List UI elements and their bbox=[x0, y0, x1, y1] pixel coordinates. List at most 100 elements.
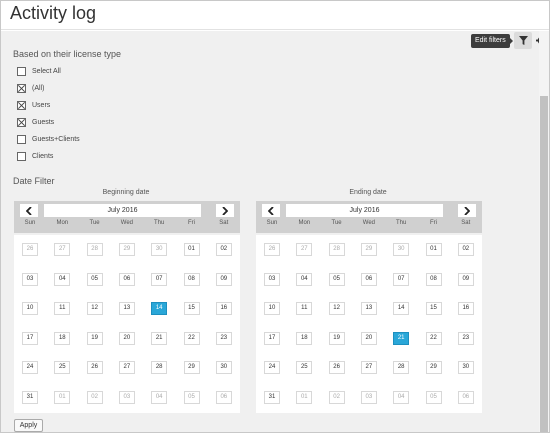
license-checkbox[interactable] bbox=[17, 100, 26, 110]
calendar-day[interactable]: 27 bbox=[296, 243, 313, 256]
calendar-day[interactable]: 07 bbox=[393, 272, 410, 286]
calendar-day[interactable]: 30 bbox=[457, 361, 474, 374]
calendar-day[interactable]: 16 bbox=[457, 302, 474, 315]
calendar-day[interactable]: 17 bbox=[264, 331, 280, 345]
calendar-day[interactable]: 31 bbox=[22, 390, 38, 404]
scrollbar-thumb[interactable] bbox=[540, 96, 548, 432]
calendar-day[interactable]: 29 bbox=[425, 361, 442, 374]
calendar-day[interactable]: 20 bbox=[360, 331, 377, 345]
prev-month-button[interactable] bbox=[20, 204, 38, 217]
license-checkbox[interactable] bbox=[17, 117, 26, 127]
calendar-day[interactable]: 14 bbox=[393, 302, 410, 315]
calendar-day[interactable]: 02 bbox=[328, 390, 345, 404]
license-option[interactable]: Select All bbox=[17, 65, 61, 77]
calendar-day[interactable]: 09 bbox=[457, 272, 474, 286]
calendar-day[interactable]: 23 bbox=[215, 331, 232, 345]
calendar-day[interactable]: 21 bbox=[151, 331, 168, 345]
license-checkbox[interactable] bbox=[17, 151, 26, 161]
calendar-day[interactable]: 15 bbox=[425, 302, 442, 315]
month-label[interactable]: July 2016 bbox=[286, 204, 443, 217]
calendar-day[interactable]: 19 bbox=[328, 331, 345, 345]
calendar-day[interactable]: 14 bbox=[151, 302, 168, 315]
calendar-day[interactable]: 04 bbox=[393, 390, 410, 404]
calendar-day[interactable]: 01 bbox=[296, 390, 313, 404]
next-month-button[interactable] bbox=[458, 204, 476, 217]
license-option[interactable]: Guests+Clients bbox=[17, 133, 80, 145]
calendar-day[interactable]: 30 bbox=[215, 361, 232, 374]
calendar-day[interactable]: 28 bbox=[151, 361, 168, 374]
calendar-day[interactable]: 20 bbox=[118, 331, 135, 345]
calendar-day[interactable]: 30 bbox=[151, 243, 168, 256]
calendar-day[interactable]: 26 bbox=[86, 361, 103, 374]
calendar-day[interactable]: 04 bbox=[54, 272, 71, 286]
calendar-day[interactable]: 01 bbox=[183, 243, 200, 256]
calendar-day[interactable]: 29 bbox=[183, 361, 200, 374]
calendar-day[interactable]: 12 bbox=[86, 302, 103, 315]
calendar-day[interactable]: 24 bbox=[22, 361, 38, 374]
calendar-day[interactable]: 12 bbox=[328, 302, 345, 315]
calendar-day[interactable]: 04 bbox=[296, 272, 313, 286]
calendar-day[interactable]: 01 bbox=[54, 390, 71, 404]
edit-filters-button[interactable] bbox=[514, 32, 532, 49]
calendar-day[interactable]: 26 bbox=[22, 243, 38, 256]
calendar-day[interactable]: 27 bbox=[118, 361, 135, 374]
calendar-day[interactable]: 24 bbox=[264, 361, 280, 374]
prev-month-button[interactable] bbox=[262, 204, 280, 217]
calendar-day[interactable]: 02 bbox=[215, 243, 232, 256]
license-option[interactable]: Users bbox=[17, 99, 50, 111]
calendar-day[interactable]: 06 bbox=[215, 390, 232, 404]
calendar-day[interactable]: 03 bbox=[22, 272, 38, 286]
calendar-day[interactable]: 06 bbox=[457, 390, 474, 404]
calendar-day[interactable]: 25 bbox=[54, 361, 71, 374]
calendar-day[interactable]: 27 bbox=[360, 361, 377, 374]
calendar-day[interactable]: 27 bbox=[54, 243, 71, 256]
calendar-day[interactable]: 04 bbox=[151, 390, 168, 404]
calendar-day[interactable]: 05 bbox=[328, 272, 345, 286]
license-checkbox[interactable] bbox=[17, 83, 26, 93]
calendar-day[interactable]: 19 bbox=[86, 331, 103, 345]
calendar-day[interactable]: 31 bbox=[264, 390, 280, 404]
calendar-day[interactable]: 10 bbox=[22, 302, 38, 315]
license-option[interactable]: (All) bbox=[17, 82, 44, 94]
calendar-day[interactable]: 21 bbox=[393, 331, 410, 345]
license-option[interactable]: Clients bbox=[17, 150, 53, 162]
calendar-day[interactable]: 06 bbox=[118, 272, 135, 286]
calendar-day[interactable]: 16 bbox=[215, 302, 232, 315]
calendar-day[interactable]: 06 bbox=[360, 272, 377, 286]
calendar-day[interactable]: 29 bbox=[360, 243, 377, 256]
license-checkbox[interactable] bbox=[17, 66, 26, 76]
calendar-day[interactable]: 23 bbox=[457, 331, 474, 345]
license-checkbox[interactable] bbox=[17, 134, 26, 144]
calendar-day[interactable]: 30 bbox=[393, 243, 410, 256]
next-month-button[interactable] bbox=[216, 204, 234, 217]
calendar-day[interactable]: 05 bbox=[86, 272, 103, 286]
calendar-day[interactable]: 05 bbox=[183, 390, 200, 404]
calendar-day[interactable]: 17 bbox=[22, 331, 38, 345]
vertical-scrollbar[interactable] bbox=[539, 31, 549, 432]
calendar-day[interactable]: 02 bbox=[457, 243, 474, 256]
calendar-day[interactable]: 15 bbox=[183, 302, 200, 315]
calendar-day[interactable]: 02 bbox=[86, 390, 103, 404]
calendar-day[interactable]: 13 bbox=[360, 302, 377, 315]
apply-button[interactable]: Apply bbox=[14, 419, 43, 432]
calendar-day[interactable]: 13 bbox=[118, 302, 135, 315]
calendar-day[interactable]: 22 bbox=[425, 331, 442, 345]
calendar-day[interactable]: 28 bbox=[328, 243, 345, 256]
calendar-day[interactable]: 08 bbox=[183, 272, 200, 286]
calendar-day[interactable]: 11 bbox=[54, 302, 71, 315]
month-label[interactable]: July 2016 bbox=[44, 204, 201, 217]
calendar-day[interactable]: 22 bbox=[183, 331, 200, 345]
calendar-day[interactable]: 29 bbox=[118, 243, 135, 256]
calendar-day[interactable]: 25 bbox=[296, 361, 313, 374]
calendar-day[interactable]: 03 bbox=[264, 272, 280, 286]
calendar-day[interactable]: 10 bbox=[264, 302, 280, 315]
calendar-day[interactable]: 28 bbox=[86, 243, 103, 256]
calendar-day[interactable]: 08 bbox=[425, 272, 442, 286]
license-option[interactable]: Guests bbox=[17, 116, 54, 128]
calendar-day[interactable]: 28 bbox=[393, 361, 410, 374]
calendar-day[interactable]: 03 bbox=[360, 390, 377, 404]
calendar-day[interactable]: 07 bbox=[151, 272, 168, 286]
calendar-day[interactable]: 11 bbox=[296, 302, 313, 315]
calendar-day[interactable]: 03 bbox=[118, 390, 135, 404]
calendar-day[interactable]: 05 bbox=[425, 390, 442, 404]
